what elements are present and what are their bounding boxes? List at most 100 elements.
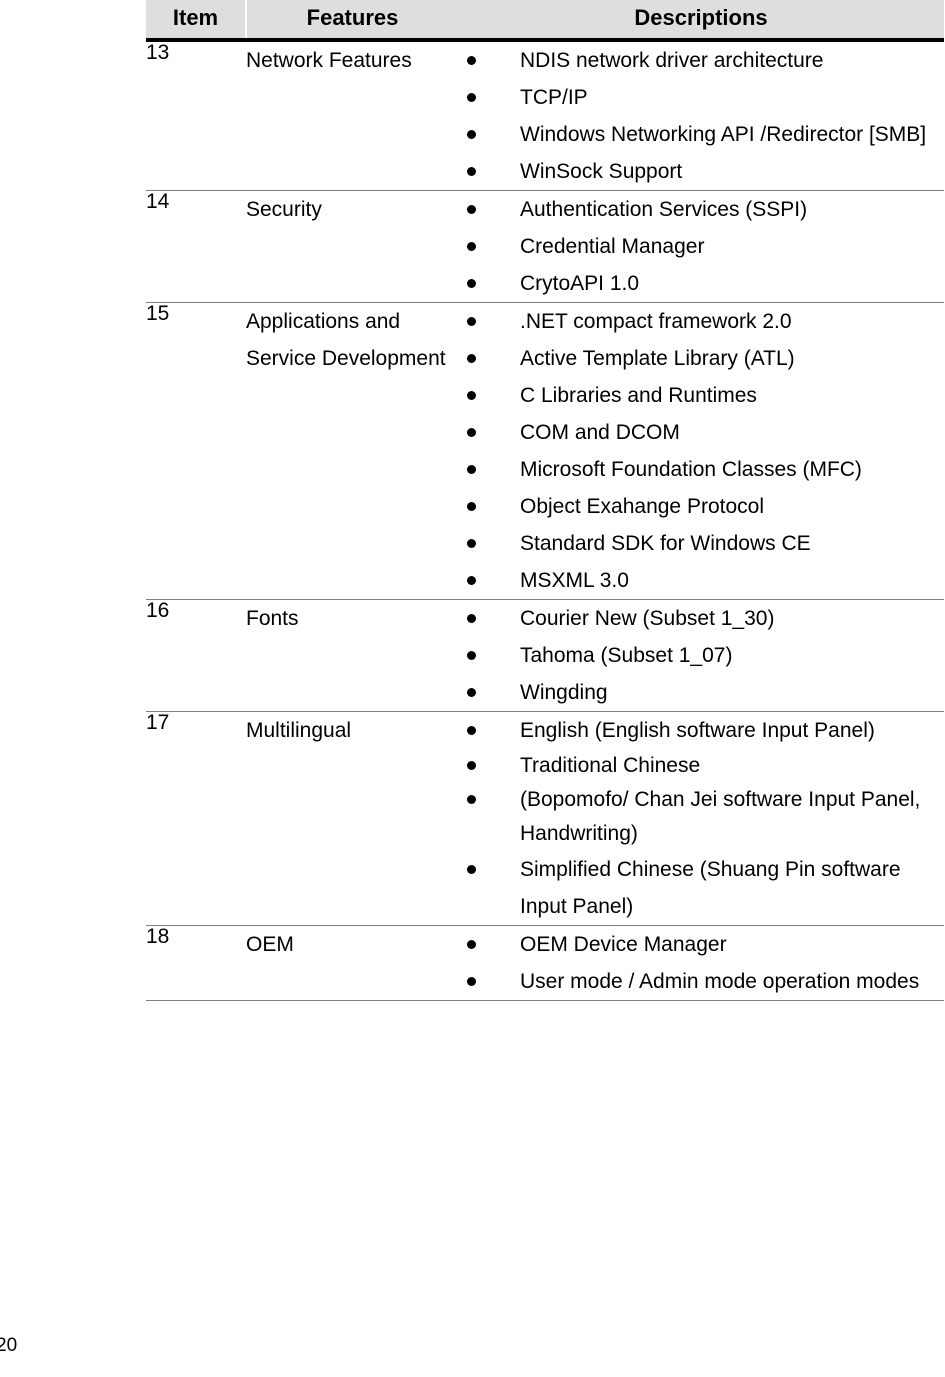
bullet-icon: [467, 56, 476, 66]
cell-item: 15: [146, 302, 170, 326]
list-item: MSXML 3.0: [458, 562, 944, 599]
cell-features: Applications and Service Development: [246, 310, 446, 371]
cell-item: 17: [146, 711, 170, 735]
bullet-icon: [467, 688, 476, 698]
table-row: 14 Security Authentication Services (SSP…: [146, 191, 944, 303]
bullet-icon: [467, 502, 476, 512]
bullet-icon: [467, 167, 476, 177]
list-item: English (English software Input Panel): [458, 712, 944, 749]
specification-table: Item Features Descriptions 13 Network Fe…: [146, 0, 944, 1001]
list-item: C Libraries and Runtimes: [458, 377, 944, 414]
list-item: Simplified Chinese (Shuang Pin software …: [458, 851, 944, 925]
table-row: 13 Network Features NDIS network driver …: [146, 40, 944, 191]
list-item-label: Authentication Services (SSPI): [520, 198, 808, 222]
list-item-label: OEM Device Manager: [520, 933, 727, 957]
bullet-icon: [467, 391, 476, 401]
bullet-icon: [467, 539, 476, 549]
cell-features: Network Features: [246, 49, 412, 73]
column-header-features: Features: [246, 0, 458, 41]
table-body: 13 Network Features NDIS network driver …: [146, 40, 944, 1001]
bullet-icon: [467, 865, 476, 875]
list-item: Active Template Library (ATL): [458, 340, 944, 377]
description-list: English (English software Input Panel) T…: [458, 712, 944, 925]
cell-features: Security: [246, 198, 322, 222]
list-item-label: Credential Manager: [520, 235, 705, 259]
list-item: User mode / Admin mode operation modes: [458, 963, 944, 1000]
list-item-label: Courier New (Subset 1_30): [520, 607, 775, 631]
bullet-icon: [467, 242, 476, 252]
list-item: Windows Networking API /Redirector [SMB]: [458, 116, 944, 153]
cell-item: 16: [146, 599, 170, 623]
list-item-label: Windows Networking API /Redirector [SMB]: [520, 123, 927, 147]
bullet-icon: [467, 428, 476, 438]
list-item: OEM Device Manager: [458, 926, 944, 963]
bullet-icon: [467, 651, 476, 661]
list-item-label: Simplified Chinese (Shuang Pin software …: [520, 858, 901, 919]
bullet-icon: [467, 279, 476, 289]
list-item: NDIS network driver architecture: [458, 42, 944, 79]
list-item-label: English (English software Input Panel): [520, 719, 875, 743]
description-list: NDIS network driver architecture TCP/IP …: [458, 42, 944, 190]
list-item-label: CrytoAPI 1.0: [520, 272, 640, 296]
list-item-label: WinSock Support: [520, 160, 683, 184]
column-header-descriptions: Descriptions: [458, 0, 944, 41]
list-item-label: (Bopomofo/ Chan Jei software Input Panel…: [520, 788, 921, 846]
bullet-icon: [467, 93, 476, 103]
list-item: TCP/IP: [458, 79, 944, 116]
list-item-label: C Libraries and Runtimes: [520, 384, 757, 408]
bullet-icon: [467, 576, 476, 586]
bullet-icon: [467, 354, 476, 364]
list-item-label: User mode / Admin mode operation modes: [520, 970, 920, 994]
bullet-icon: [467, 795, 476, 805]
description-list: Courier New (Subset 1_30) Tahoma (Subset…: [458, 600, 944, 711]
page-number: 20: [0, 1335, 18, 1356]
document-page: Item Features Descriptions 13 Network Fe…: [0, 0, 945, 1377]
list-item-label: NDIS network driver architecture: [520, 49, 824, 73]
cell-descriptions: English (English software Input Panel) T…: [458, 712, 944, 926]
cell-item: 14: [146, 190, 170, 214]
list-item: .NET compact framework 2.0: [458, 303, 944, 340]
list-item-label: Tahoma (Subset 1_07): [520, 644, 733, 668]
list-item-label: Active Template Library (ATL): [520, 347, 795, 371]
list-item: Credential Manager: [458, 228, 944, 265]
bullet-icon: [467, 130, 476, 140]
list-item-label: MSXML 3.0: [520, 569, 629, 593]
table-row: 16 Fonts Courier New (Subset 1_30) Tahom…: [146, 600, 944, 712]
cell-descriptions: Authentication Services (SSPI) Credentia…: [458, 191, 944, 303]
table-row: 18 OEM OEM Device Manager User mode / Ad…: [146, 926, 944, 1001]
list-item: CrytoAPI 1.0: [458, 265, 944, 302]
table-row: 17 Multilingual English (English softwar…: [146, 712, 944, 926]
table-header: Item Features Descriptions: [146, 0, 944, 41]
list-item-label: Microsoft Foundation Classes (MFC): [520, 458, 862, 482]
list-item-label: Wingding: [520, 681, 608, 705]
list-item-label: COM and DCOM: [520, 421, 680, 445]
description-list: Authentication Services (SSPI) Credentia…: [458, 191, 944, 302]
bullet-icon: [467, 317, 476, 327]
cell-item: 13: [146, 41, 170, 65]
bullet-icon: [467, 940, 476, 950]
cell-descriptions: Courier New (Subset 1_30) Tahoma (Subset…: [458, 600, 944, 712]
cell-features: Multilingual: [246, 719, 352, 743]
bullet-icon: [467, 614, 476, 624]
list-item: COM and DCOM: [458, 414, 944, 451]
list-item-label: Standard SDK for Windows CE: [520, 532, 811, 556]
list-item: (Bopomofo/ Chan Jei software Input Panel…: [458, 783, 944, 851]
cell-descriptions: NDIS network driver architecture TCP/IP …: [458, 40, 944, 191]
list-item: Standard SDK for Windows CE: [458, 525, 944, 562]
list-item: Traditional Chinese: [458, 749, 944, 783]
cell-features: OEM: [246, 933, 294, 957]
bullet-icon: [467, 726, 476, 736]
cell-item: 18: [146, 925, 170, 949]
list-item: Object Exahange Protocol: [458, 488, 944, 525]
list-item-label: Object Exahange Protocol: [520, 495, 764, 519]
bullet-icon: [467, 465, 476, 475]
list-item: Authentication Services (SSPI): [458, 191, 944, 228]
list-item-label: Traditional Chinese: [520, 754, 701, 778]
table-header-row: Item Features Descriptions: [146, 0, 944, 41]
list-item-label: TCP/IP: [520, 86, 588, 110]
bullet-icon: [467, 205, 476, 215]
bullet-icon: [467, 977, 476, 987]
list-item: Wingding: [458, 674, 944, 711]
list-item: Courier New (Subset 1_30): [458, 600, 944, 637]
cell-descriptions: OEM Device Manager User mode / Admin mod…: [458, 926, 944, 1001]
